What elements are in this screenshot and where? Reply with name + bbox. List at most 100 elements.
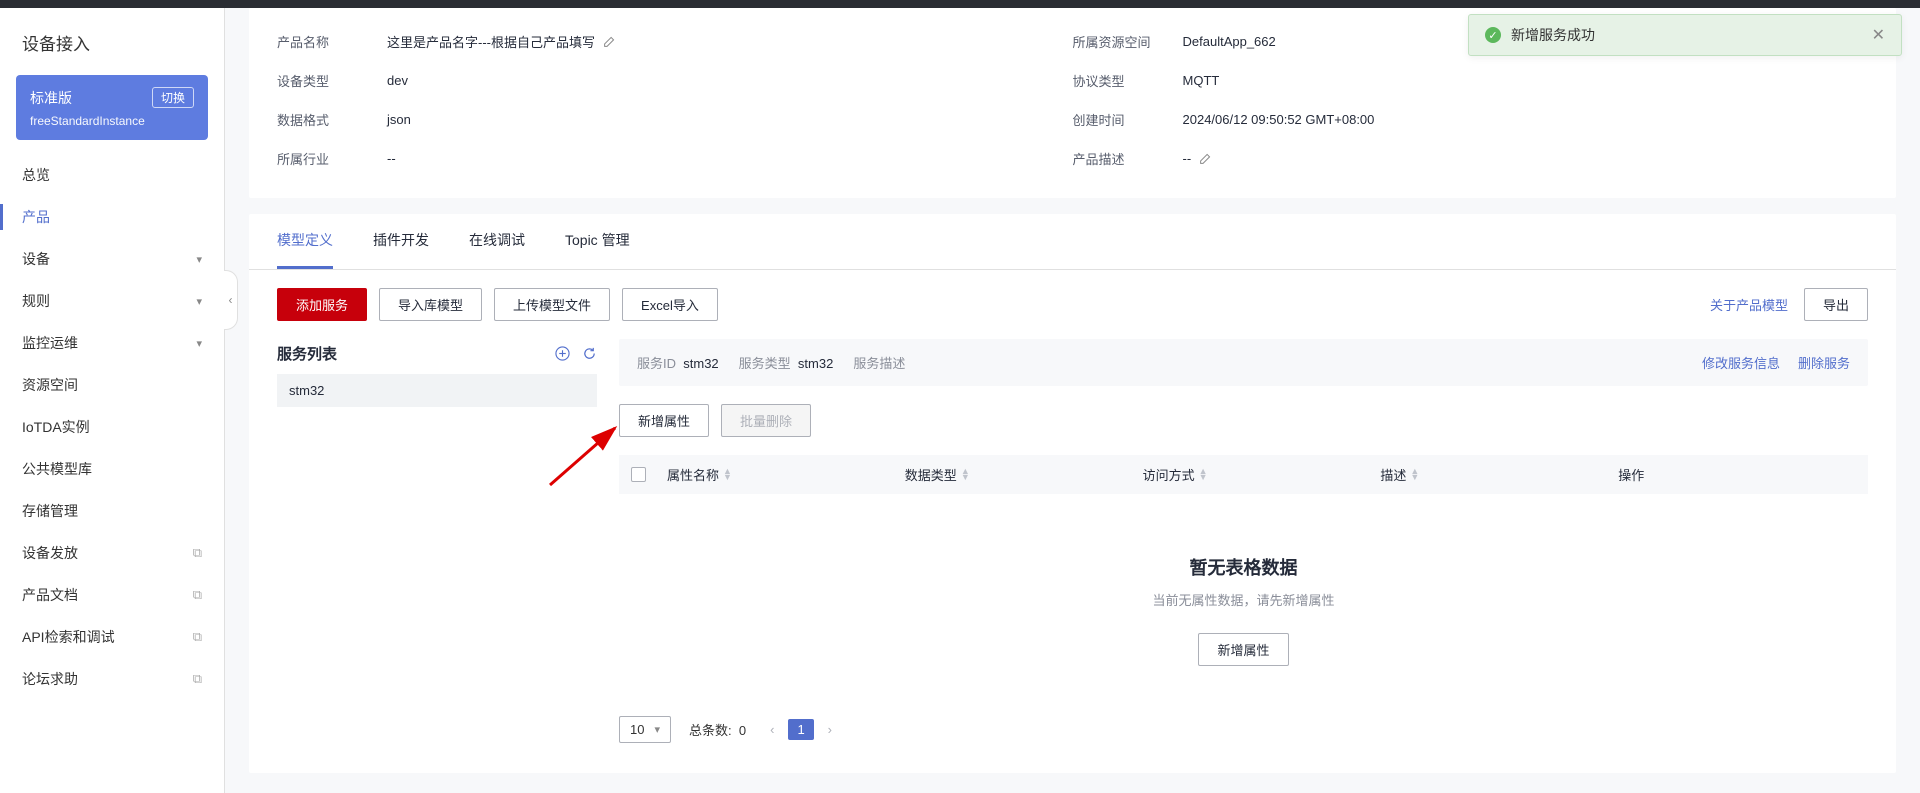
column-data-type[interactable]: 数据类型▲▼ (905, 465, 1143, 484)
service-list-title: 服务列表 (277, 343, 337, 364)
column-access[interactable]: 访问方式▲▼ (1143, 465, 1381, 484)
service-type-value: stm32 (798, 356, 833, 371)
column-action: 操作 (1618, 465, 1856, 484)
column-attr-name[interactable]: 属性名称▲▼ (667, 465, 905, 484)
nav-item-label: 总览 (22, 165, 50, 185)
prev-page-button[interactable]: ‹ (764, 718, 780, 741)
upload-model-file-button[interactable]: 上传模型文件 (494, 288, 610, 321)
tab-2[interactable]: 在线调试 (469, 214, 525, 269)
external-link-icon: ⧉ (193, 629, 202, 645)
edit-icon[interactable] (1199, 152, 1212, 165)
nav-item-label: 设备发放 (22, 543, 78, 563)
select-all-checkbox[interactable] (631, 467, 646, 482)
total-count-label: 总条数: 0 (689, 720, 746, 739)
empty-state: 暂无表格数据 当前无属性数据，请先新增属性 新增属性 (619, 494, 1868, 706)
info-row: 设备类型dev (277, 71, 1073, 90)
next-page-button[interactable]: › (822, 718, 838, 741)
tab-3[interactable]: Topic 管理 (565, 214, 630, 269)
batch-delete-button: 批量删除 (721, 404, 811, 437)
nav-item-label: 产品文档 (22, 585, 78, 605)
chevron-down-icon: ▾ (196, 253, 202, 266)
nav-item-3[interactable]: 规则 ▾ (0, 280, 224, 322)
model-card: 模型定义插件开发在线调试 Topic 管理 添加服务 导入库模型 上传模型文件 E… (249, 214, 1896, 773)
refresh-icon[interactable] (582, 346, 597, 361)
info-value: dev (387, 71, 408, 90)
nav-item-10[interactable]: 产品文档 ⧉ (0, 574, 224, 616)
export-button[interactable]: 导出 (1804, 288, 1868, 321)
nav-item-1[interactable]: 产品 (0, 196, 224, 238)
nav-item-2[interactable]: 设备 ▾ (0, 238, 224, 280)
excel-import-button[interactable]: Excel导入 (622, 288, 718, 321)
info-value: MQTT (1183, 71, 1220, 90)
empty-desc: 当前无属性数据，请先新增属性 (619, 590, 1868, 609)
instance-type: 标准版 (30, 88, 72, 108)
nav-item-label: 规则 (22, 291, 50, 311)
nav-item-4[interactable]: 监控运维 ▾ (0, 322, 224, 364)
attribute-table-header: 属性名称▲▼ 数据类型▲▼ 访问方式▲▼ 描述▲▼ 操作 (619, 455, 1868, 494)
nav-item-label: 监控运维 (22, 333, 78, 353)
service-id-label: 服务ID (637, 356, 676, 371)
nav-item-12[interactable]: 论坛求助⧉ (0, 658, 224, 700)
edit-icon[interactable] (603, 35, 616, 48)
sort-icon: ▲▼ (961, 469, 970, 480)
nav-item-11[interactable]: API检索和调试 ⧉ (0, 616, 224, 658)
info-value: 这里是产品名字---根据自己产品填写 (387, 32, 616, 51)
sort-icon: ▲▼ (723, 469, 732, 480)
column-desc[interactable]: 描述▲▼ (1380, 465, 1618, 484)
info-label: 协议类型 (1073, 71, 1183, 90)
tab-1[interactable]: 插件开发 (373, 214, 429, 269)
external-link-icon: ⧉ (193, 545, 202, 561)
page-number[interactable]: 1 (788, 719, 813, 740)
service-item[interactable]: stm32 (277, 374, 597, 407)
import-lib-model-button[interactable]: 导入库模型 (379, 288, 482, 321)
empty-title: 暂无表格数据 (619, 554, 1868, 580)
sort-icon: ▲▼ (1199, 469, 1208, 480)
nav-item-5[interactable]: 资源空间 (0, 364, 224, 406)
nav-item-label: API检索和调试 (22, 627, 115, 647)
info-label: 数据格式 (277, 110, 387, 129)
info-value: DefaultApp_662 (1183, 32, 1276, 51)
service-detail-panel: 服务ID stm32 服务类型 stm32 服务描述 修改服务信息 删除服务 新… (619, 339, 1868, 753)
info-label: 产品名称 (277, 32, 387, 51)
info-row: 协议类型MQTT (1073, 71, 1869, 90)
nav-item-9[interactable]: 设备发放 ⧉ (0, 532, 224, 574)
nav-item-6[interactable]: IoTDA实例 (0, 406, 224, 448)
modify-service-link[interactable]: 修改服务信息 (1702, 353, 1780, 372)
info-label: 所属资源空间 (1073, 32, 1183, 51)
close-icon[interactable]: ✕ (1872, 25, 1885, 45)
empty-add-attribute-button[interactable]: 新增属性 (1198, 633, 1288, 666)
page-size-select[interactable]: 10▾ (619, 716, 671, 743)
chevron-down-icon: ▾ (196, 337, 202, 350)
tab-0[interactable]: 模型定义 (277, 214, 333, 269)
chevron-down-icon: ▾ (654, 723, 660, 736)
info-value: 2024/06/12 09:50:52 GMT+08:00 (1183, 110, 1375, 129)
toast-message: 新增服务成功 (1511, 25, 1595, 45)
nav-item-label: 设备 (22, 249, 50, 269)
service-list-panel: 服务列表 stm32 (277, 339, 597, 753)
add-service-button[interactable]: 添加服务 (277, 288, 367, 321)
info-value: json (387, 110, 411, 129)
info-row: 所属行业-- (277, 149, 1073, 168)
switch-instance-button[interactable]: 切换 (152, 87, 194, 108)
nav-item-0[interactable]: 总览 (0, 154, 224, 196)
info-row: 产品描述-- (1073, 149, 1869, 168)
add-service-icon[interactable] (555, 346, 570, 361)
info-label: 所属行业 (277, 149, 387, 168)
info-row: 产品名称这里是产品名字---根据自己产品填写 (277, 32, 1073, 51)
nav-item-label: IoTDA实例 (22, 417, 90, 437)
service-type-label: 服务类型 (739, 356, 791, 371)
external-link-icon: ⧉ (193, 587, 202, 603)
add-attribute-button[interactable]: 新增属性 (619, 404, 709, 437)
tabs: 模型定义插件开发在线调试 Topic 管理 (249, 214, 1896, 270)
chevron-down-icon: ▾ (196, 295, 202, 308)
service-desc-label: 服务描述 (853, 356, 905, 371)
sidebar-collapse-handle[interactable] (224, 270, 238, 330)
nav-item-label: 资源空间 (22, 375, 78, 395)
instance-card: 标准版 切换 freeStandardInstance (16, 75, 208, 140)
sort-icon: ▲▼ (1410, 469, 1419, 480)
info-value: -- (387, 149, 396, 168)
delete-service-link[interactable]: 删除服务 (1798, 353, 1850, 372)
nav-item-8[interactable]: 存储管理 (0, 490, 224, 532)
about-product-model-link[interactable]: 关于产品模型 (1710, 295, 1788, 314)
nav-item-7[interactable]: 公共模型库 (0, 448, 224, 490)
